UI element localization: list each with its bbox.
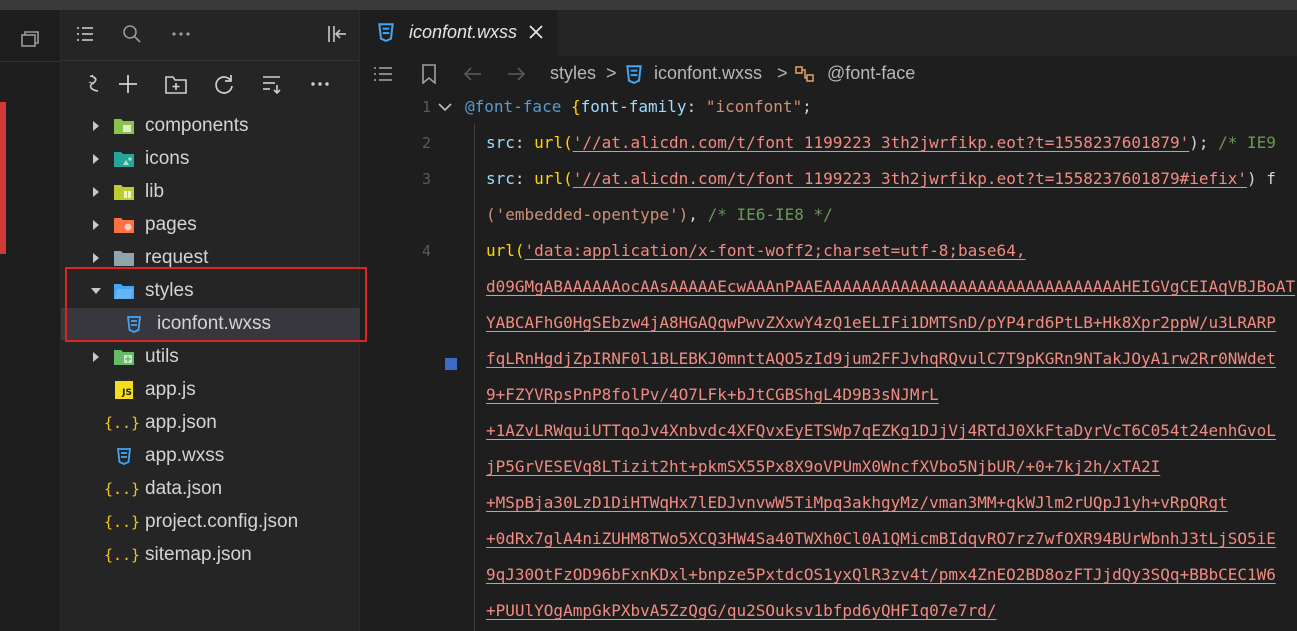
code-line-base64: +PUUlYOgAmpGkPXbvA5ZzQgG/qu2SOuksv1bfpd6… — [486, 601, 997, 620]
tree-item-app-json[interactable]: {..} app.json — [61, 407, 360, 439]
tree-item-project-config-json[interactable]: {..} project.config.json — [61, 506, 360, 538]
code-line-base64: 9qJ30OtFzOD96bFxnKDxl+bnpze5PxtdcOS1yxQl… — [486, 565, 1276, 584]
code-line-4: url('data:application/x-font-woff2;chars… — [486, 241, 1026, 260]
code-line-3: src: url('//at.alicdn.com/t/font_1199223… — [486, 169, 1276, 188]
tree-item-label: app.js — [145, 379, 196, 400]
forward-arrow-icon[interactable] — [504, 62, 528, 86]
tree-item-label: components — [145, 115, 249, 136]
components-folder-icon — [113, 116, 135, 136]
tree-item-utils[interactable]: utils — [61, 341, 360, 373]
tree-item-data-json[interactable]: {..} data.json — [61, 473, 360, 505]
line-number: 1 — [421, 98, 431, 116]
chevron-right-icon[interactable] — [90, 252, 102, 264]
tree-item-label: pages — [145, 214, 197, 235]
json-file-icon: {..} — [103, 414, 141, 432]
project-logo-icon — [81, 71, 107, 97]
chevron-right-icon[interactable] — [90, 153, 102, 165]
toggle-simulator-icon[interactable] — [14, 24, 46, 56]
css-file-icon — [113, 446, 135, 466]
css-file-icon — [377, 22, 395, 46]
code-line-1: @font-face {font-family: "iconfont"; — [465, 97, 812, 116]
more-icon[interactable] — [169, 22, 193, 46]
utils-folder-icon — [113, 347, 135, 367]
breadcrumb-folder[interactable]: styles — [550, 63, 596, 84]
indent-guide — [474, 124, 475, 631]
images-folder-icon — [113, 149, 135, 169]
list-icon[interactable] — [73, 22, 97, 46]
tree-item-label: sitemap.json — [145, 544, 252, 565]
line-number: 4 — [421, 242, 431, 260]
chevron-right-icon[interactable] — [90, 219, 102, 231]
tree-item-lib[interactable]: lib — [61, 176, 360, 208]
search-icon[interactable] — [120, 22, 144, 46]
fold-chevron-down-icon[interactable] — [437, 98, 453, 117]
tree-item-label: app.wxss — [145, 445, 225, 466]
activity-bar — [0, 10, 61, 631]
tab-iconfont-wxss[interactable]: iconfont.wxss — [361, 10, 558, 56]
tree-item-app-wxss[interactable]: app.wxss — [61, 440, 360, 472]
outline-icon[interactable] — [371, 62, 395, 86]
breadcrumb-symbol[interactable]: @font-face — [827, 63, 915, 84]
code-editor[interactable]: 1 2 3 4 @font-face {font-family: "iconfo… — [361, 92, 1297, 631]
tree-item-pages[interactable]: pages — [61, 209, 360, 241]
activity-divider — [0, 61, 60, 62]
explorer-header — [61, 10, 360, 61]
chevron-right-icon[interactable] — [90, 120, 102, 132]
code-line-2: src: url('//at.alicdn.com/t/font_1199223… — [486, 133, 1276, 152]
tree-item-app-js[interactable]: JS app.js — [61, 374, 360, 406]
tree-item-label: lib — [145, 181, 165, 202]
symbol-class-icon — [793, 62, 817, 86]
breadcrumb-file[interactable]: iconfont.wxss — [654, 63, 762, 84]
breadcrumb-separator: > — [777, 63, 788, 83]
bookmark-icon[interactable] — [417, 62, 441, 86]
code-line-base64: d09GMgABAAAAAAocAAsAAAAAEcwAAAnPAAEAAAAA… — [486, 277, 1296, 296]
explorer-more-icon[interactable] — [307, 71, 333, 97]
tree-item-label: icons — [145, 148, 190, 169]
active-indicator — [0, 102, 6, 254]
json-file-icon: {..} — [103, 480, 141, 498]
highlight-box — [65, 267, 367, 342]
breadcrumb-separator: > — [606, 63, 617, 83]
code-line-base64: jP5GrVESEVq8LTizit2ht+pkmSX55Px8X9oVPUmX… — [486, 457, 1161, 476]
folder-icon — [113, 248, 135, 268]
tree-item-icons[interactable]: icons — [61, 143, 360, 175]
new-file-icon[interactable] — [115, 71, 141, 97]
collapse-sidebar-icon[interactable] — [325, 22, 349, 46]
json-file-icon: {..} — [103, 546, 141, 564]
explorer-toolbar — [61, 62, 360, 106]
js-file-icon: JS — [113, 380, 135, 400]
refresh-icon[interactable] — [211, 71, 237, 97]
code-line-3-wrap: ('embedded-opentype'), /* IE6-IE8 */ — [486, 205, 833, 224]
gutter-marker-icon[interactable] — [445, 358, 457, 370]
chevron-right-icon[interactable] — [90, 351, 102, 363]
back-arrow-icon[interactable] — [461, 62, 485, 86]
tree-item-label: project.config.json — [145, 511, 299, 532]
code-line-base64: YABCAFhG0HgSEbzw4jA8HGAQqwPwvZXxwY4zQ1eE… — [486, 313, 1276, 332]
chevron-right-icon[interactable] — [90, 186, 102, 198]
tree-item-label: app.json — [145, 412, 217, 433]
close-icon[interactable] — [525, 21, 547, 43]
tree-item-components[interactable]: components — [61, 110, 360, 142]
json-file-icon: {..} — [103, 513, 141, 531]
tree-item-sitemap-json[interactable]: {..} sitemap.json — [61, 539, 360, 571]
css-file-icon — [622, 62, 646, 86]
line-number: 3 — [421, 170, 431, 188]
code-line-base64: fqLRnHgdjZpIRNF0l1BLEBKJ0mnttAQO5zId9jum… — [486, 349, 1276, 368]
pages-folder-icon — [113, 215, 135, 235]
tab-label: iconfont.wxss — [409, 22, 518, 42]
tree-item-label: utils — [145, 346, 179, 367]
code-line-base64: +MSpBja30LzD1DiHTWqHx7lEDJvnvwW5TiMpq3ak… — [486, 493, 1228, 512]
sort-icon[interactable] — [259, 71, 285, 97]
breadcrumb: styles > iconfont.wxss > @font-face — [361, 56, 1297, 92]
tree-item-label: request — [145, 247, 209, 268]
title-strip — [0, 0, 1297, 10]
new-folder-icon[interactable] — [163, 71, 189, 97]
tree-item-label: data.json — [145, 478, 223, 499]
line-number: 2 — [421, 134, 431, 152]
lib-folder-icon — [113, 182, 135, 202]
code-line-base64: +0dRx7glA4niZUHM8TWo5XCQ3HW4Sa40TWXh0Cl0… — [486, 529, 1276, 548]
code-line-base64: +1AZvLRWquiUTTqoJv4Xnbvdc4XFQvxEyETSWp7q… — [486, 421, 1276, 440]
editor-tab-bar: iconfont.wxss — [361, 10, 1297, 56]
code-line-base64: 9+FZYVRpsPnP8folPv/4O7LFk+bJtCGBShgL4D9B… — [486, 385, 939, 404]
